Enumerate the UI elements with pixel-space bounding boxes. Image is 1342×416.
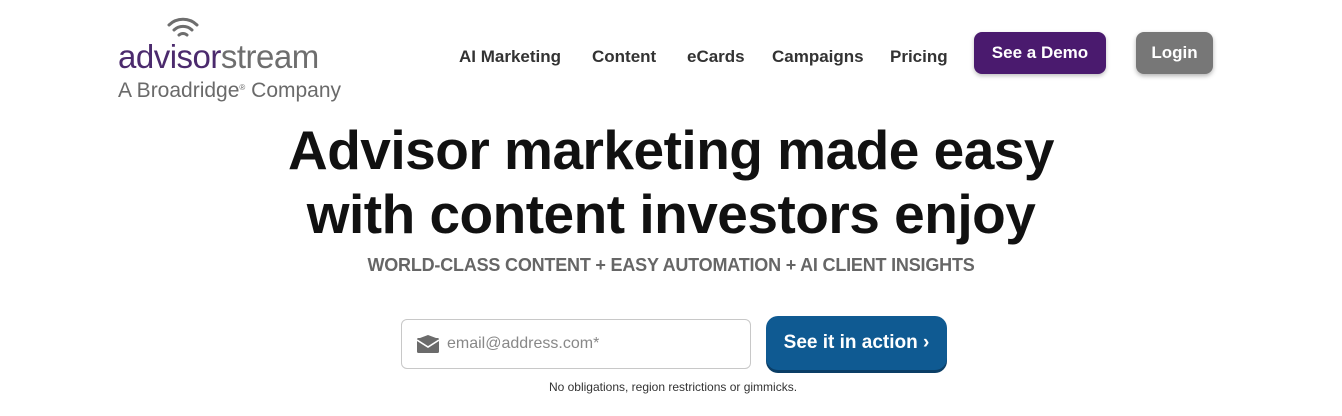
nav-item-campaigns[interactable]: Campaigns — [772, 45, 864, 69]
see-a-demo-button[interactable]: See a Demo — [974, 32, 1106, 74]
hero-headline-line-2: with content investors enjoy — [306, 183, 1036, 245]
see-it-in-action-label: See it in action › — [783, 332, 930, 353]
brand-logo[interactable]: advisorstream A Broadridge® Company — [118, 14, 358, 106]
envelope-icon — [417, 335, 439, 353]
logo-word-stream: stream — [220, 38, 319, 75]
nav-item-ai-marketing[interactable]: AI Marketing — [459, 45, 561, 69]
logo-tagline-suffix: Company — [245, 79, 342, 102]
hero-headline-line-1: Advisor marketing made easy — [287, 119, 1055, 181]
login-label: Login — [1151, 43, 1198, 62]
logo-tagline: A Broadridge® Company — [118, 80, 341, 101]
nav-item-pricing[interactable]: Pricing — [890, 45, 948, 69]
hero-headline: Advisor marketing made easy with content… — [0, 118, 1342, 246]
logo-tagline-company: A Broadridge — [118, 79, 240, 102]
hero-subhead: WORLD-CLASS CONTENT + EASY AUTOMATION + … — [367, 255, 975, 275]
login-button[interactable]: Login — [1136, 32, 1213, 74]
nav-item-content[interactable]: Content — [592, 45, 656, 69]
wifi-signal-icon — [167, 17, 199, 37]
see-it-in-action-button[interactable]: See it in action › — [766, 316, 947, 370]
form-disclaimer: No obligations, region restrictions or g… — [548, 380, 798, 394]
email-field[interactable] — [447, 329, 737, 359]
logo-wordmark: advisorstream — [118, 40, 319, 73]
logo-word-advisor: advisor — [118, 38, 221, 75]
nav-item-ecards[interactable]: eCards — [687, 45, 745, 69]
see-a-demo-label: See a Demo — [991, 43, 1089, 62]
page: advisorstream A Broadridge® Company AI M… — [0, 0, 1342, 416]
email-field-wrapper[interactable] — [401, 319, 751, 369]
